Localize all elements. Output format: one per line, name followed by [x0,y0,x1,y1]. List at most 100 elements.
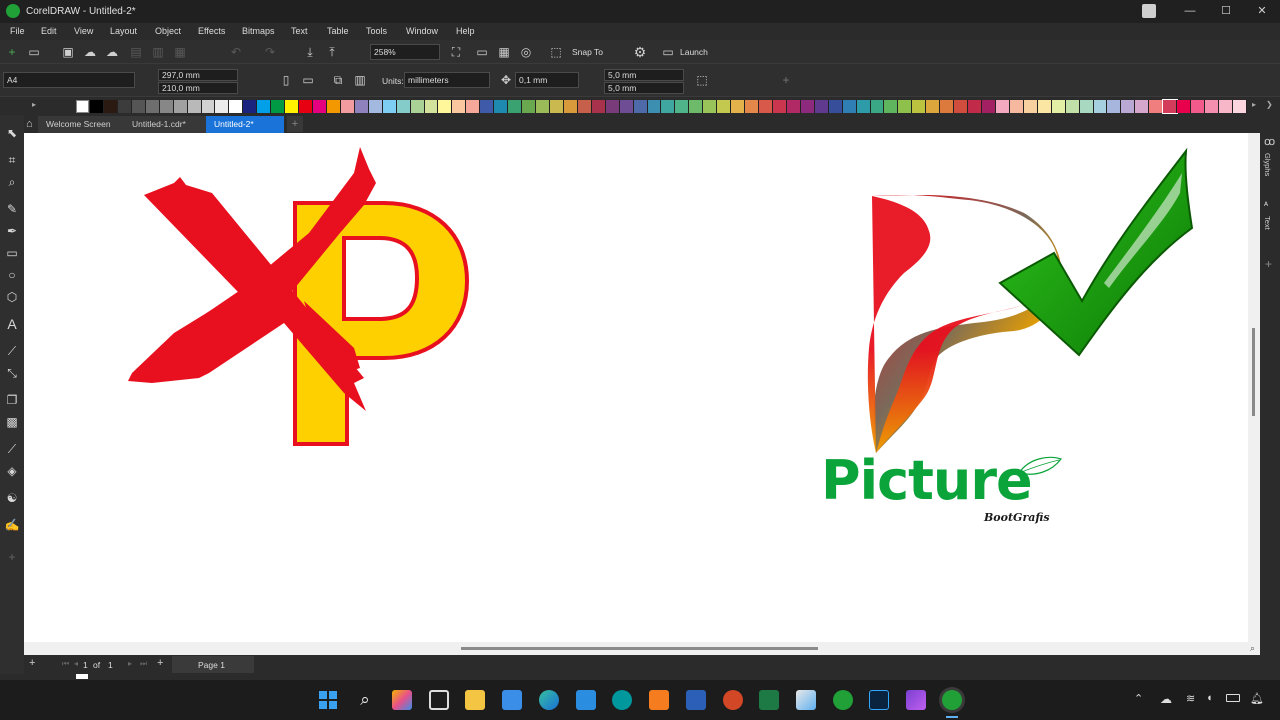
color-swatch[interactable] [1079,100,1094,113]
color-swatch[interactable] [396,100,411,113]
color-swatch[interactable] [689,100,704,113]
notification-bell-icon[interactable]: 🔔︎ [1250,692,1264,705]
color-swatch[interactable] [494,100,509,113]
menu-effects[interactable]: Effects [198,26,225,36]
landscape-icon[interactable]: ▯ [278,72,294,88]
color-swatch[interactable] [759,100,773,113]
color-swatch[interactable] [1149,100,1164,113]
color-swatch[interactable] [856,100,871,113]
menu-help[interactable]: Help [456,26,475,36]
drawing-canvas[interactable]: Picture BootGrafis [24,133,1248,642]
text-tool-icon[interactable]: A [4,316,20,332]
parallel-dimension-icon[interactable]: ⟋ [4,343,20,359]
color-swatch[interactable] [1037,100,1052,113]
zoom-to-page-icon[interactable]: ⛶ [448,44,464,60]
add-page-after-icon[interactable]: + [157,657,163,669]
glyphs-panel-tab[interactable]: ꝏ Glyphs [1263,135,1277,185]
palette-scroll-right-icon[interactable]: ▸ [1252,100,1256,109]
color-swatch[interactable] [187,100,202,113]
horizontal-scroll-thumb[interactable] [461,647,818,650]
color-swatch[interactable] [1023,100,1038,113]
maximize-button[interactable]: ☐ [1208,2,1244,21]
brand-word-picture[interactable]: Picture [821,449,1033,512]
live-sketch-icon[interactable]: ✍ [4,517,20,533]
windows-start-icon[interactable] [318,690,338,710]
color-swatch[interactable] [912,100,927,113]
all-pages-icon[interactable]: ⧉ [330,72,346,88]
menu-layout[interactable]: Layout [110,26,137,36]
menu-bitmaps[interactable]: Bitmaps [242,26,275,36]
portrait-icon[interactable]: ▭ [300,72,316,88]
vertical-scrollbar[interactable] [1248,133,1260,642]
color-swatch[interactable] [424,100,439,113]
color-swatch[interactable] [1093,100,1108,113]
color-swatch[interactable] [243,100,258,113]
color-swatch[interactable] [340,100,355,113]
menu-view[interactable]: View [74,26,93,36]
color-swatch[interactable] [215,100,230,113]
color-swatch[interactable] [661,100,676,113]
current-page-icon[interactable]: ▥ [352,72,368,88]
copilot-icon[interactable] [392,690,412,710]
menu-file[interactable]: File [10,26,25,36]
color-swatch[interactable] [884,100,899,113]
color-swatch[interactable] [354,100,369,113]
home-icon[interactable]: ⌂ [26,118,38,130]
color-swatch[interactable] [1162,99,1179,114]
color-swatch[interactable] [1107,100,1122,113]
color-swatch[interactable] [201,100,216,113]
color-swatch[interactable] [926,100,941,113]
drop-shadow-icon[interactable]: ❐ [4,392,20,408]
show-grid-icon[interactable]: ▦ [496,44,512,60]
menu-table[interactable]: Table [327,26,349,36]
color-swatch[interactable] [995,100,1010,113]
color-swatch[interactable] [466,100,481,113]
vscode-icon[interactable] [576,690,596,710]
menu-text[interactable]: Text [291,26,308,36]
rectangle-tool-icon[interactable]: ▭ [4,245,20,261]
horizontal-scrollbar[interactable]: ⌕ [24,642,1260,655]
open-folder-icon[interactable]: ▭ [26,44,42,60]
menu-tools[interactable]: Tools [366,26,387,36]
color-swatch[interactable] [1232,100,1247,113]
interactive-fill-icon[interactable]: ◈ [4,463,20,479]
palette-menu-icon[interactable]: ❯ [1266,100,1273,109]
color-swatch[interactable] [285,100,300,113]
color-swatch[interactable] [828,100,843,113]
zoom-corner-icon[interactable]: ⌕ [1250,643,1255,654]
color-swatch[interactable] [1051,100,1066,113]
volume-icon[interactable]: ◖ [1206,692,1213,704]
color-swatch[interactable] [591,100,606,113]
color-swatch[interactable] [717,100,732,113]
minimize-button[interactable]: — [1172,2,1208,21]
task-view-icon[interactable] [429,690,449,710]
color-swatch[interactable] [982,100,996,113]
battery-icon[interactable] [1226,694,1240,702]
duplicate-y-field[interactable]: 5,0 mm [604,82,684,94]
export-file-icon[interactable]: ⤒ [324,44,340,60]
search-icon[interactable]: ⌕ [355,690,375,710]
options-gear-icon[interactable]: ⚙ [632,44,648,60]
freehand-tool-icon[interactable]: ✎ [4,201,20,217]
artistic-media-icon[interactable]: ✒ [4,223,20,239]
clapper-app-icon[interactable] [906,690,926,710]
color-swatch[interactable] [368,100,383,113]
color-swatch[interactable] [968,100,982,113]
color-swatch[interactable] [382,100,397,113]
color-swatch[interactable] [842,100,857,113]
color-swatch[interactable] [508,100,523,113]
color-swatch[interactable] [745,100,759,113]
add-page-before-icon[interactable]: + [29,657,35,669]
color-swatch[interactable] [1218,100,1233,113]
full-screen-icon[interactable]: ▭ [474,44,490,60]
color-swatch[interactable] [605,100,620,113]
color-swatch[interactable] [633,100,648,113]
color-swatch[interactable] [940,100,955,113]
arduino-icon[interactable] [612,690,632,710]
color-swatch[interactable] [1009,100,1024,113]
tab-untitled-1[interactable]: Untitled-1.cdr* [124,116,206,133]
tray-chevron-icon[interactable]: ⌃ [1134,692,1143,705]
color-swatch[interactable] [675,100,690,113]
color-swatch[interactable] [90,100,104,113]
color-swatch[interactable] [1065,100,1080,113]
